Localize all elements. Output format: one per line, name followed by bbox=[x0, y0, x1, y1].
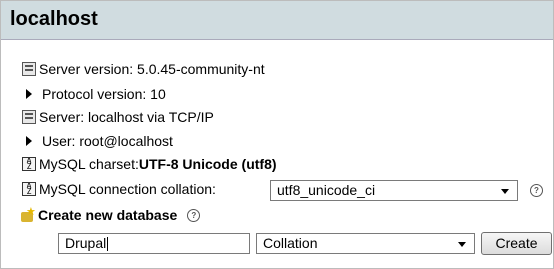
server-icon bbox=[22, 110, 36, 124]
text-cursor bbox=[107, 237, 109, 252]
charset-row: AZ MySQL charset: UTF-8 Unicode (utf8) bbox=[22, 156, 277, 172]
charset-label: MySQL charset: bbox=[39, 156, 139, 172]
database-name-value: Drupal bbox=[65, 235, 107, 251]
server-text: Server: localhost via TCP/IP bbox=[39, 109, 214, 125]
server-version-text: Server version: 5.0.45-community-nt bbox=[39, 61, 265, 77]
protocol-version-text: Protocol version: 10 bbox=[42, 86, 166, 102]
help-icon[interactable]: ? bbox=[530, 184, 543, 197]
database-name-input[interactable]: Drupal bbox=[58, 233, 250, 254]
user-row: User: root@localhost bbox=[22, 133, 173, 149]
chevron-down-icon bbox=[501, 189, 509, 194]
collation-label: MySQL connection collation: bbox=[39, 181, 216, 197]
bullet-arrow-icon bbox=[26, 89, 32, 99]
charset-icon: AZ bbox=[22, 157, 36, 171]
collation-select[interactable]: utf8_unicode_ci bbox=[270, 180, 518, 201]
collation-dropdown[interactable]: Collation bbox=[256, 233, 475, 254]
collation-selected-value: utf8_unicode_ci bbox=[277, 182, 376, 198]
database-add-icon bbox=[20, 205, 36, 223]
collation-dropdown-value: Collation bbox=[263, 235, 318, 251]
charset-value: UTF-8 Unicode (utf8) bbox=[138, 156, 277, 172]
title-bar: localhost bbox=[1, 1, 553, 40]
server-version-row: Server version: 5.0.45-community-nt bbox=[22, 61, 265, 77]
create-db-row: Create new database ? bbox=[20, 205, 201, 223]
help-icon[interactable]: ? bbox=[187, 208, 201, 222]
chevron-down-icon bbox=[458, 242, 466, 247]
create-db-label: Create new database bbox=[38, 207, 178, 223]
server-info-panel: localhost Server version: 5.0.45-communi… bbox=[0, 0, 554, 269]
create-button[interactable]: Create bbox=[481, 232, 552, 255]
collation-row: AZ MySQL connection collation: bbox=[22, 181, 216, 197]
page-title: localhost bbox=[10, 8, 98, 30]
protocol-version-row: Protocol version: 10 bbox=[22, 86, 166, 102]
user-text: User: root@localhost bbox=[42, 133, 173, 149]
server-row: Server: localhost via TCP/IP bbox=[22, 109, 214, 125]
charset-icon: AZ bbox=[22, 182, 36, 196]
server-icon bbox=[22, 62, 36, 76]
bullet-arrow-icon bbox=[26, 136, 32, 146]
